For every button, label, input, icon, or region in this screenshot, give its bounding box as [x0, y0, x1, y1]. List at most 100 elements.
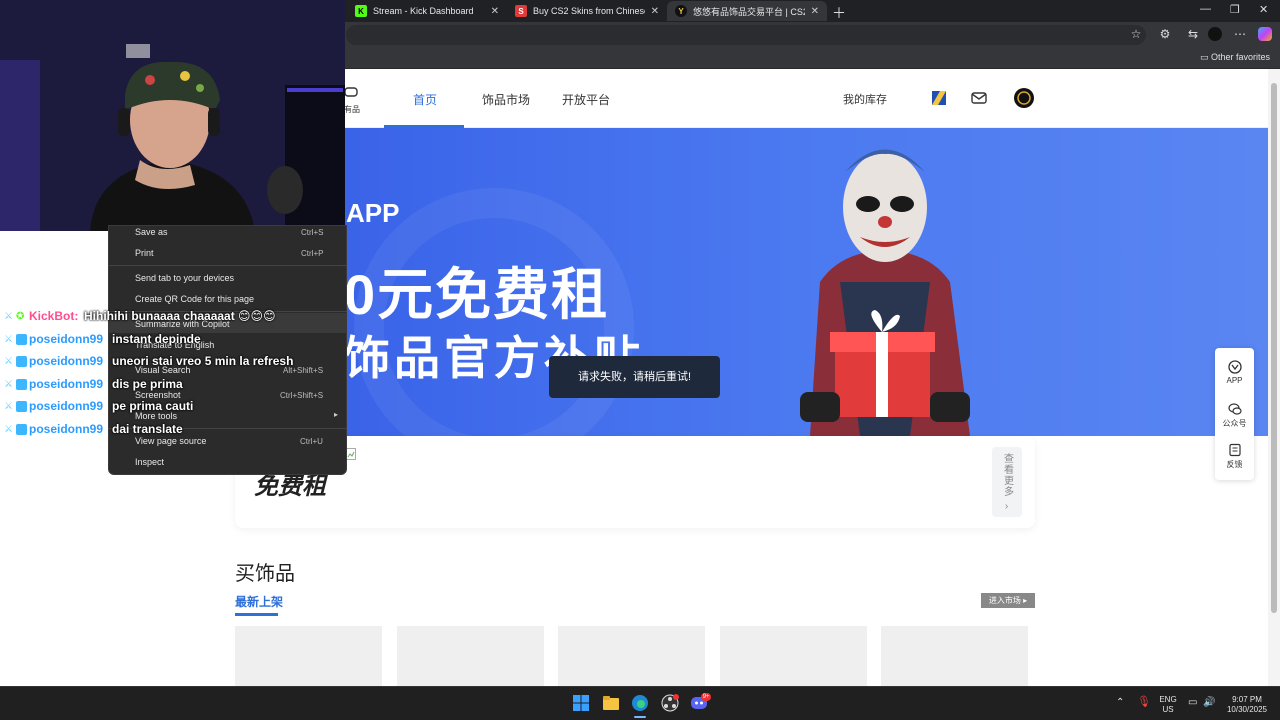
close-icon[interactable]: ✕ [651, 6, 659, 17]
more-menu-icon[interactable]: ⋯ [1233, 27, 1247, 41]
banner-headline: 0元免费租 [344, 263, 610, 326]
chat-message: ⚔ poseidonn99 [4, 397, 103, 415]
tab-title: 悠悠有品饰品交易平台 | CS2饰品 [693, 6, 805, 17]
float-app-button[interactable]: APP [1215, 360, 1254, 385]
bot-badge-icon: ✪ [16, 310, 25, 322]
menu-item-view-source[interactable]: View page source [135, 436, 206, 446]
extensions-icon[interactable]: ⚙ [1158, 27, 1172, 41]
sword-badge-icon: ⚔ [4, 378, 13, 390]
section-title: 买饰品 [235, 563, 295, 585]
chat-username[interactable]: poseidonn99 [29, 377, 103, 391]
new-tab-button[interactable]: ＋ [832, 3, 846, 23]
chat-message: ⚔ poseidonn99 [4, 375, 103, 393]
address-bar[interactable] [346, 25, 1146, 45]
page-scrollbar[interactable] [1268, 69, 1280, 686]
streamer-webcam-image [0, 0, 345, 231]
error-toast: 请求失败，请稍后重试! [549, 356, 720, 398]
other-favorites-folder[interactable]: ▭ Other favorites [1200, 52, 1270, 63]
youpin-favicon-icon: Y [675, 5, 687, 17]
user-avatar[interactable] [1013, 87, 1035, 109]
item-card-placeholder[interactable] [558, 626, 705, 686]
subscriber-badge-icon [16, 378, 27, 390]
notification-dot [673, 694, 679, 700]
nav-open-platform[interactable]: 开放平台 [562, 91, 610, 108]
item-card-placeholder[interactable] [397, 626, 544, 686]
close-icon[interactable]: ✕ [811, 6, 819, 17]
collections-icon[interactable]: ⇆ [1186, 27, 1200, 41]
profile-avatar-icon[interactable] [1208, 27, 1222, 41]
chat-text: Hihihihi bunaaaa chaaaaat 😊😊😊 [84, 309, 276, 323]
chat-badges: ⚔ [4, 378, 27, 390]
chat-username[interactable]: poseidonn99 [29, 354, 103, 368]
microphone-icon[interactable]: 🎙 [1137, 697, 1151, 708]
chat-text: dis pe prima [112, 377, 183, 391]
chat-message: ⚔ poseidonn99 [4, 420, 103, 438]
nav-home[interactable]: 首页 [413, 91, 437, 108]
enter-market-button[interactable]: 进入市场 ▸ [981, 593, 1035, 608]
minimize-button[interactable]: — [1200, 3, 1211, 15]
wechat-icon [1227, 403, 1242, 415]
chat-message: ⚔ poseidonn99 [4, 352, 103, 370]
network-icon[interactable]: ▭ [1188, 698, 1197, 708]
subscriber-badge-icon [16, 355, 27, 367]
close-icon[interactable]: ✕ [491, 6, 499, 17]
item-card-placeholder[interactable] [720, 626, 867, 686]
steam-icon[interactable] [930, 89, 948, 107]
site-logo[interactable]: 有品 [344, 87, 360, 115]
my-inventory-link[interactable]: 我的库存 [843, 91, 887, 107]
file-explorer-icon[interactable] [602, 694, 620, 712]
maximize-button[interactable]: ❐ [1230, 3, 1240, 16]
menu-item-inspect[interactable]: Inspect [135, 457, 164, 467]
float-wechat-label: 公众号 [1222, 419, 1247, 428]
menu-separator [108, 265, 347, 266]
enter-market-label: 进入市场 [988, 596, 1021, 605]
clock[interactable]: 9:07 PM 10/30/2025 [1222, 695, 1272, 715]
float-wechat-button[interactable]: 公众号 [1215, 402, 1254, 429]
sword-badge-icon: ⚔ [4, 333, 13, 345]
active-app-indicator [634, 716, 646, 718]
menu-item-save-as[interactable]: Save as [135, 227, 168, 237]
windows-start-icon[interactable] [572, 694, 590, 712]
tab-buy-cs2-skins[interactable]: S Buy CS2 Skins from Chinese Mark ✕ [507, 1, 667, 21]
chevron-up-icon[interactable]: ⌃ [1116, 698, 1124, 708]
float-feedback-button[interactable]: 反馈 [1215, 443, 1254, 470]
language-label: ENG [1159, 695, 1177, 704]
shortcut-view-source: Ctrl+U [300, 437, 323, 446]
date-label: 10/30/2025 [1226, 705, 1268, 714]
menu-item-create-qr[interactable]: Create QR Code for this page [135, 294, 254, 304]
volume-icon[interactable]: 🔊 [1203, 698, 1215, 708]
chat-username[interactable]: poseidonn99 [29, 332, 103, 346]
chat-username[interactable]: KickBot: [29, 309, 78, 323]
chat-message: ⚔ ✪ KickBot: [4, 307, 78, 325]
discord-badge: 9+ [701, 693, 711, 701]
submenu-arrow-icon: ▸ [334, 410, 339, 419]
tab-kick-dashboard[interactable]: K Stream - Kick Dashboard ✕ [347, 1, 507, 21]
chat-username[interactable]: poseidonn99 [29, 399, 103, 413]
chat-username[interactable]: poseidonn99 [29, 422, 103, 436]
item-card-placeholder[interactable] [881, 626, 1028, 686]
float-feedback-label: 反馈 [1226, 460, 1243, 469]
language-indicator[interactable]: ENG US [1157, 695, 1179, 715]
chat-text: uneori stai vreo 5 min la refresh [112, 354, 294, 368]
mail-icon[interactable] [970, 89, 988, 107]
store-favicon-icon: S [515, 5, 527, 17]
chat-badges: ⚔ [4, 333, 27, 345]
item-card-placeholder[interactable] [235, 626, 382, 686]
shortcut-screenshot: Ctrl+Shift+S [280, 391, 324, 400]
chat-text: instant depinde [112, 332, 201, 346]
close-window-button[interactable]: ✕ [1259, 3, 1268, 16]
chat-text: dai translate [112, 422, 183, 436]
chat-badges: ⚔ [4, 400, 27, 412]
tab-newest[interactable]: 最新上架 [235, 593, 283, 610]
sword-badge-icon: ⚔ [4, 423, 13, 435]
scrollbar-thumb[interactable] [1271, 83, 1277, 613]
menu-item-send-tab[interactable]: Send tab to your devices [135, 273, 234, 283]
copilot-icon[interactable] [1258, 27, 1272, 41]
favorite-star-icon[interactable]: ☆ [1129, 27, 1143, 41]
edge-browser-icon[interactable] [631, 694, 649, 712]
nav-market[interactable]: 饰品市场 [482, 91, 530, 108]
chevron-right-icon: › [1004, 500, 1010, 512]
tab-youpin[interactable]: Y 悠悠有品饰品交易平台 | CS2饰品 ✕ [667, 1, 827, 21]
menu-item-print[interactable]: Print [135, 248, 154, 258]
view-more-button[interactable]: 查看更多 › [992, 447, 1022, 517]
